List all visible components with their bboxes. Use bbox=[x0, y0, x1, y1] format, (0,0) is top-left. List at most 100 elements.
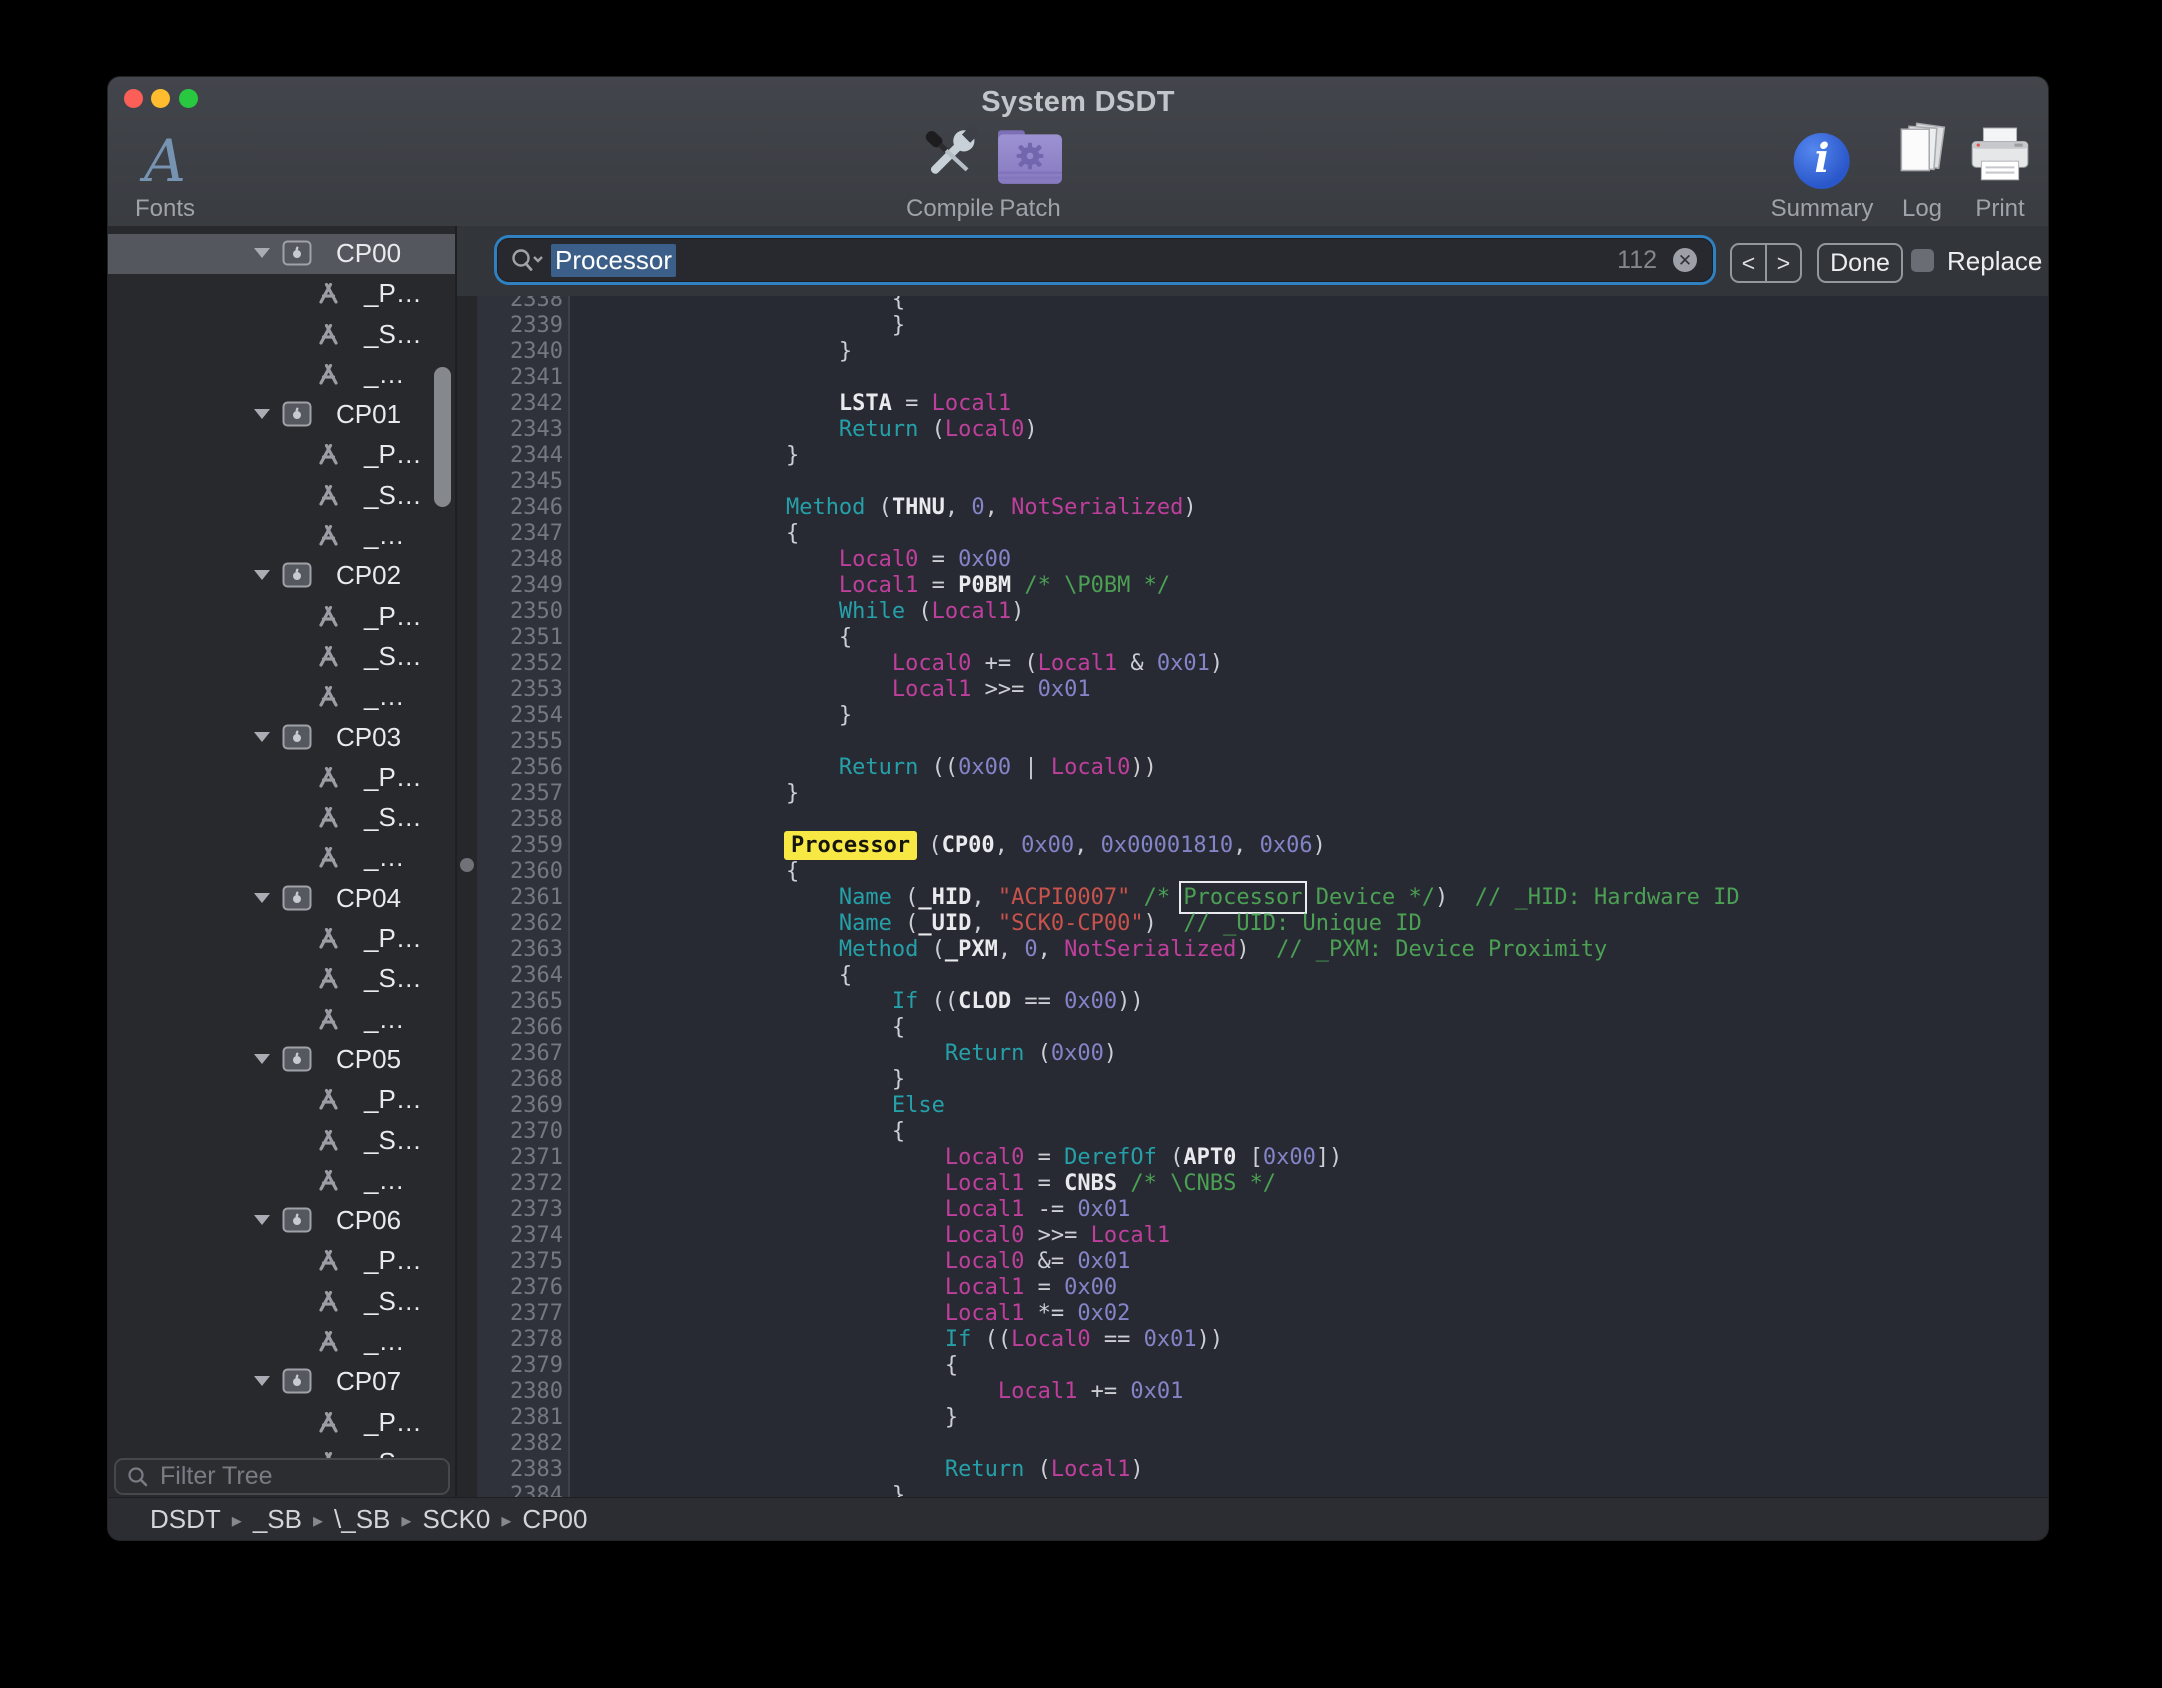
tree-item-CP02[interactable]: CP02 bbox=[108, 556, 455, 596]
summary-button[interactable]: i Summary bbox=[1771, 121, 1874, 223]
disclosure-triangle-icon[interactable] bbox=[254, 1376, 270, 1386]
disclosure-triangle-icon[interactable] bbox=[254, 409, 270, 419]
tree-item[interactable]: _… bbox=[108, 838, 455, 878]
replace-checkbox[interactable] bbox=[1911, 249, 1934, 272]
search-input[interactable]: Processor 112 ✕ bbox=[497, 238, 1713, 282]
tree-item[interactable]: _S… bbox=[108, 315, 455, 355]
tree-item-label: CP03 bbox=[336, 722, 401, 753]
tree-item[interactable]: _S… bbox=[108, 959, 455, 999]
code-line: 2355 bbox=[457, 729, 2048, 755]
line-number: 2378 bbox=[477, 1327, 563, 1353]
tree-item[interactable]: _P… bbox=[108, 1080, 455, 1120]
disclosure-triangle-icon[interactable] bbox=[254, 1215, 270, 1225]
tree-item-label: _… bbox=[364, 842, 404, 873]
tree-item-CP01[interactable]: CP01 bbox=[108, 395, 455, 435]
disclosure-triangle-icon[interactable] bbox=[254, 1054, 270, 1064]
method-icon bbox=[315, 684, 343, 715]
tree-item-label: _… bbox=[364, 681, 404, 712]
method-icon bbox=[315, 362, 343, 393]
code-line: 2372 Local1 = CNBS /* \CNBS */ bbox=[457, 1171, 2048, 1197]
disclosure-triangle-icon[interactable] bbox=[254, 732, 270, 742]
line-number: 2369 bbox=[477, 1093, 563, 1119]
fonts-button[interactable]: A Fonts bbox=[135, 121, 195, 223]
tree-item[interactable]: _P… bbox=[108, 435, 455, 475]
tree-item[interactable]: _S… bbox=[108, 637, 455, 677]
code-line-text: Local1 = 0x00 bbox=[627, 1275, 1117, 1301]
patch-button[interactable]: Patch bbox=[997, 121, 1063, 223]
tree-item-label: CP02 bbox=[336, 560, 401, 591]
breadcrumb-item[interactable]: DSDT bbox=[150, 1504, 221, 1535]
tree-item[interactable]: _S… bbox=[108, 1282, 455, 1322]
line-number: 2364 bbox=[477, 963, 563, 989]
line-number: 2358 bbox=[477, 807, 563, 833]
code-line: 2363 Method (_PXM, 0, NotSerialized) // … bbox=[457, 937, 2048, 963]
tree-item[interactable]: _… bbox=[108, 1322, 455, 1362]
tree-item-label: CP01 bbox=[336, 399, 401, 430]
code-line: 2377 Local1 *= 0x02 bbox=[457, 1301, 2048, 1327]
tree-item-CP03[interactable]: CP03 bbox=[108, 718, 455, 758]
line-number: 2349 bbox=[477, 573, 563, 599]
breadcrumb-item[interactable]: _SB bbox=[253, 1504, 302, 1535]
print-button[interactable]: Print bbox=[1969, 121, 2031, 223]
method-icon bbox=[315, 1007, 343, 1038]
tree-item[interactable]: _S… bbox=[108, 1121, 455, 1161]
tree-item-CP07[interactable]: CP07 bbox=[108, 1362, 455, 1402]
clear-search-button[interactable]: ✕ bbox=[1673, 248, 1697, 272]
code-line-text: Local0 = 0x00 bbox=[627, 547, 1011, 573]
sidebar-scrollbar-thumb[interactable] bbox=[434, 367, 451, 507]
disclosure-triangle-icon[interactable] bbox=[254, 570, 270, 580]
breadcrumb-item[interactable]: \_SB bbox=[334, 1504, 390, 1535]
done-button[interactable]: Done bbox=[1817, 243, 1903, 283]
code-line-text: LSTA = Local1 bbox=[627, 391, 1011, 417]
breadcrumb-item[interactable]: CP00 bbox=[522, 1504, 587, 1535]
disclosure-triangle-icon[interactable] bbox=[254, 248, 270, 258]
tree-item-label: _S… bbox=[364, 480, 422, 511]
tree-item-label: _… bbox=[364, 359, 404, 390]
compile-button[interactable]: Compile bbox=[906, 121, 994, 223]
tree-item[interactable]: _… bbox=[108, 355, 455, 395]
tree-item[interactable]: _P… bbox=[108, 758, 455, 798]
find-nav-segment: < > bbox=[1730, 243, 1802, 283]
splitter-handle[interactable] bbox=[460, 858, 474, 872]
tree-item[interactable]: _… bbox=[108, 1000, 455, 1040]
tree-item[interactable]: _P… bbox=[108, 919, 455, 959]
tree-item[interactable]: _S… bbox=[108, 798, 455, 838]
tree-item-label: _S… bbox=[364, 1286, 422, 1317]
tree-item-CP00[interactable]: CP00 bbox=[108, 234, 455, 274]
next-match-button[interactable]: > bbox=[1767, 245, 1800, 281]
code-line-text: Else bbox=[627, 1093, 945, 1119]
tree-item[interactable]: _P… bbox=[108, 597, 455, 637]
tree-item-CP06[interactable]: CP06 bbox=[108, 1201, 455, 1241]
method-icon bbox=[315, 926, 343, 957]
filter-tree-input[interactable]: Filter Tree bbox=[114, 1458, 450, 1495]
method-icon bbox=[315, 644, 343, 675]
line-number: 2372 bbox=[477, 1171, 563, 1197]
tree-item[interactable]: _P… bbox=[108, 274, 455, 314]
code-line-text: While (Local1) bbox=[627, 599, 1024, 625]
tree-item-CP05[interactable]: CP05 bbox=[108, 1040, 455, 1080]
code-line-text: } bbox=[627, 443, 799, 469]
code-line: 2379 { bbox=[457, 1353, 2048, 1379]
disclosure-triangle-icon[interactable] bbox=[254, 893, 270, 903]
tree-item[interactable]: _… bbox=[108, 1161, 455, 1201]
tree-item[interactable]: _P… bbox=[108, 1403, 455, 1443]
code-editor[interactable]: 2338 {2339 }2340 }23412342 LSTA = Local1… bbox=[457, 296, 2048, 1497]
compile-icon bbox=[914, 122, 986, 191]
method-icon bbox=[315, 442, 343, 473]
breadcrumb-item[interactable]: SCK0 bbox=[422, 1504, 490, 1535]
previous-match-button[interactable]: < bbox=[1732, 245, 1767, 281]
method-icon bbox=[315, 281, 343, 312]
tree-item[interactable]: _… bbox=[108, 677, 455, 717]
line-number: 2368 bbox=[477, 1067, 563, 1093]
tree-item[interactable]: _P… bbox=[108, 1241, 455, 1281]
code-line: 2356 Return ((0x00 | Local0)) bbox=[457, 755, 2048, 781]
tree-item[interactable]: _S… bbox=[108, 476, 455, 516]
line-number: 2356 bbox=[477, 755, 563, 781]
line-number: 2384 bbox=[477, 1483, 563, 1497]
log-button[interactable]: Log bbox=[1891, 121, 1953, 223]
search-icon[interactable] bbox=[509, 247, 543, 273]
tree-item[interactable]: _… bbox=[108, 516, 455, 556]
tree-item-CP04[interactable]: CP04 bbox=[108, 879, 455, 919]
line-number: 2361 bbox=[477, 885, 563, 911]
tree-item-label: _S… bbox=[364, 1125, 422, 1156]
